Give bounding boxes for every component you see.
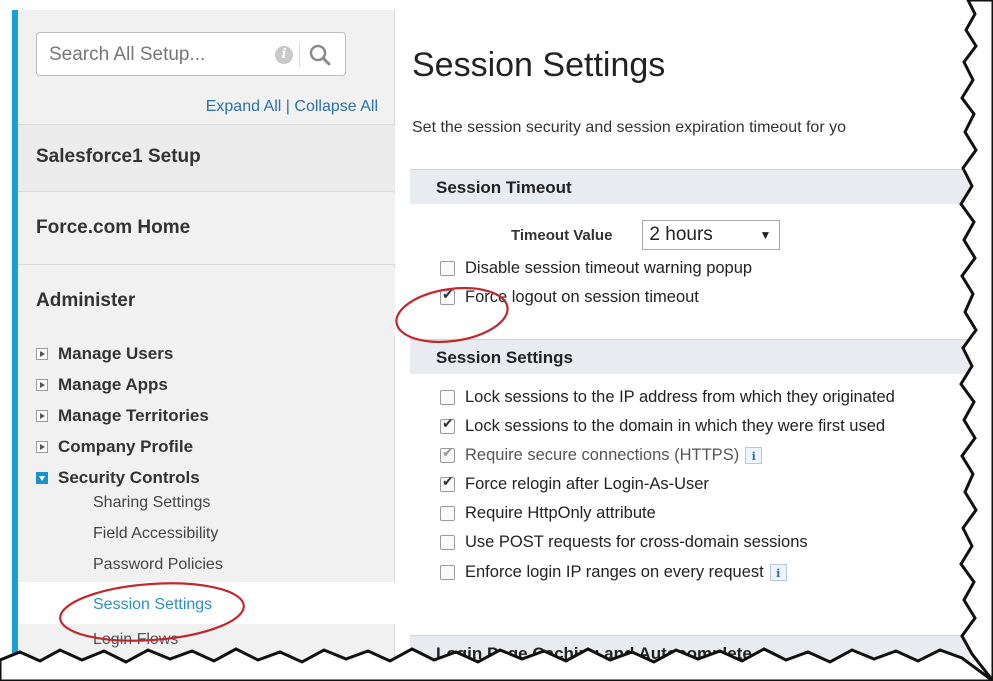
page-description: Set the session security and session exp… xyxy=(412,119,846,136)
tree-item-company-profile[interactable]: Company Profile xyxy=(36,431,396,462)
expand-icon[interactable] xyxy=(36,378,48,391)
checkbox-label: Force relogin after Login-As-User xyxy=(465,474,709,493)
collapse-icon[interactable] xyxy=(36,471,48,484)
session-settings-heading: Session Settings xyxy=(410,339,970,374)
tree-item-manage-apps[interactable]: Manage Apps xyxy=(36,369,396,400)
option-httponly[interactable]: Require HttpOnly attribute xyxy=(440,500,656,526)
sidebar-item-session-settings[interactable]: Session Settings xyxy=(18,582,401,624)
tree-item-label: Manage Apps xyxy=(58,375,168,394)
option-enforce-ip-ranges[interactable]: Enforce login IP ranges on every request… xyxy=(440,559,787,585)
info-icon[interactable]: i xyxy=(769,563,787,581)
section-salesforce1-setup[interactable]: Salesforce1 Setup xyxy=(18,124,395,192)
checkbox-disabled xyxy=(440,445,455,463)
search-divider xyxy=(299,43,300,67)
checkbox[interactable] xyxy=(440,474,455,492)
checkbox[interactable] xyxy=(440,389,455,405)
option-force-relogin[interactable]: Force relogin after Login-As-User xyxy=(440,471,709,497)
info-icon[interactable]: i xyxy=(275,46,293,64)
screenshot-frame: i Expand All | Collapse All Salesforce1 … xyxy=(12,10,982,666)
checkbox-label: Lock sessions to the IP address from whi… xyxy=(465,387,895,406)
search-button[interactable] xyxy=(305,41,337,69)
checkbox[interactable] xyxy=(440,260,455,276)
checkbox[interactable] xyxy=(440,287,455,305)
expand-icon[interactable] xyxy=(36,347,48,360)
collapse-all-link[interactable]: Collapse All xyxy=(294,98,378,115)
sidebar-item-login-flows[interactable]: Login Flows xyxy=(18,624,395,655)
checkbox-label: Enforce login IP ranges on every request xyxy=(465,562,764,581)
expand-collapse-links: Expand All | Collapse All xyxy=(206,98,378,116)
timeout-selected-value: 2 hours xyxy=(649,224,713,245)
checkbox-label: Require HttpOnly attribute xyxy=(465,503,656,522)
checkbox[interactable] xyxy=(440,564,455,580)
checkbox-label: Require secure connections (HTTPS) xyxy=(465,445,740,464)
search-box: i xyxy=(36,32,346,76)
option-force-logout[interactable]: Force logout on session timeout xyxy=(440,284,699,310)
option-lock-domain[interactable]: Lock sessions to the domain in which the… xyxy=(440,413,885,439)
link-separator: | xyxy=(285,98,290,115)
expand-all-link[interactable]: Expand All xyxy=(206,98,282,115)
checkbox-label: Lock sessions to the domain in which the… xyxy=(465,416,886,435)
tree-item-manage-territories[interactable]: Manage Territories xyxy=(36,400,396,431)
expand-icon[interactable] xyxy=(36,440,48,453)
search-input[interactable] xyxy=(47,41,261,69)
section-force-com-home[interactable]: Force.com Home xyxy=(18,193,395,265)
info-icon[interactable]: i xyxy=(745,446,763,464)
tree-item-manage-users[interactable]: Manage Users xyxy=(36,338,396,369)
dropdown-arrow-icon: ▼ xyxy=(759,228,772,242)
login-page-caching-heading: Login Page Caching and Autocomplete xyxy=(410,635,970,666)
tree-item-label: Manage Users xyxy=(58,344,174,363)
sidebar-item-sharing-settings[interactable]: Sharing Settings xyxy=(18,487,395,518)
timeout-value-select[interactable]: 2 hours ▼ xyxy=(642,220,781,250)
magnifier-icon xyxy=(309,44,331,66)
main-content: Session Settings Set the session securit… xyxy=(396,10,982,666)
checkbox[interactable] xyxy=(440,534,455,550)
expand-icon[interactable] xyxy=(36,409,48,422)
session-timeout-heading: Session Timeout xyxy=(410,169,970,204)
sidebar-item-field-accessibility[interactable]: Field Accessibility xyxy=(18,518,395,549)
tree-item-label: Company Profile xyxy=(58,437,194,456)
checkbox-label: Disable session timeout warning popup xyxy=(465,258,753,277)
checkbox-label: Use POST requests for cross-domain sessi… xyxy=(465,532,808,551)
timeout-value-label: Timeout Value xyxy=(511,226,613,244)
checkbox[interactable] xyxy=(440,505,455,521)
checkbox-label: Force logout on session timeout xyxy=(465,287,699,306)
checkbox[interactable] xyxy=(440,416,455,434)
option-require-https: Require secure connections (HTTPS) i xyxy=(440,442,763,468)
page-title: Session Settings xyxy=(412,46,666,84)
timeout-value-row: Timeout Value 2 hours ▼ xyxy=(511,220,781,250)
section-administer[interactable]: Administer xyxy=(18,268,395,336)
option-disable-timeout-warning[interactable]: Disable session timeout warning popup xyxy=(440,255,752,281)
setup-sidebar: i Expand All | Collapse All Salesforce1 … xyxy=(12,10,401,666)
option-post-requests[interactable]: Use POST requests for cross-domain sessi… xyxy=(440,529,808,555)
administer-tree: Manage Users Manage Apps Manage Territor… xyxy=(36,338,396,493)
tree-item-label: Manage Territories xyxy=(58,406,209,425)
security-controls-children: Sharing Settings Field Accessibility Pas… xyxy=(18,487,401,655)
sidebar-item-password-policies[interactable]: Password Policies xyxy=(18,549,395,580)
option-lock-ip[interactable]: Lock sessions to the IP address from whi… xyxy=(440,384,895,410)
